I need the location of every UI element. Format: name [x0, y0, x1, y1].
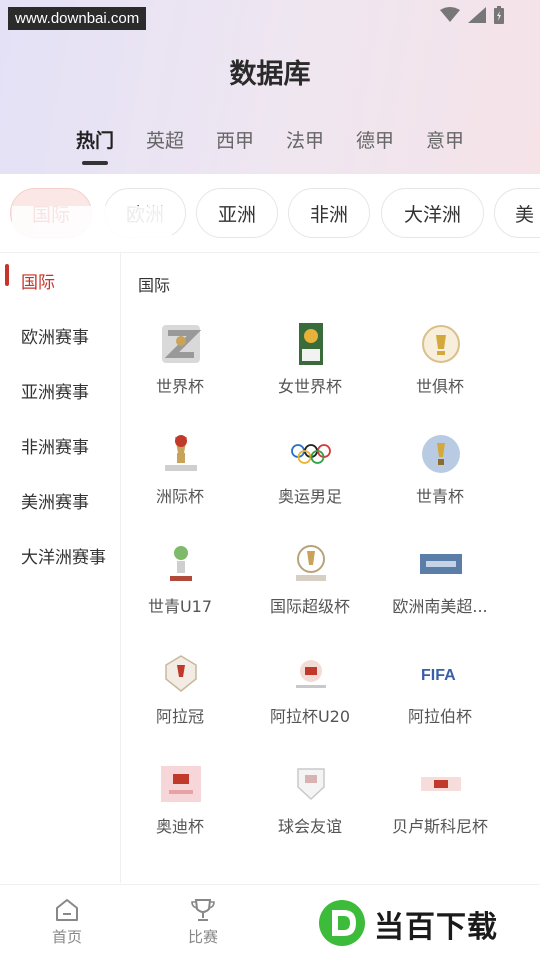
- competition-item[interactable]: 阿拉冠: [110, 652, 250, 752]
- competition-item[interactable]: FIFA 阿拉伯杯: [370, 652, 510, 752]
- sidebar-item-europe[interactable]: 欧洲赛事: [0, 315, 121, 355]
- competition-item[interactable]: 世青杯: [370, 432, 510, 532]
- tab-label: 首页: [51, 928, 82, 946]
- audi-cup-logo-icon: [160, 762, 202, 806]
- world-cup-logo-icon: [160, 322, 202, 366]
- competition-item[interactable]: 世界杯: [110, 322, 250, 422]
- competition-name: 奥迪杯: [155, 817, 204, 836]
- signal-icon: [468, 7, 486, 23]
- tab-premier-league[interactable]: 英超: [130, 126, 200, 153]
- competition-name: 洲际杯: [155, 487, 204, 506]
- active-tab-underline: [82, 161, 108, 165]
- svg-text:FIFA: FIFA: [421, 667, 456, 684]
- womens-world-cup-logo-icon: [290, 322, 332, 366]
- tab-home[interactable]: 首页: [27, 885, 107, 960]
- battery-icon: [494, 6, 504, 24]
- tab-bundesliga[interactable]: 德甲: [340, 126, 410, 153]
- tab-label: 法甲: [285, 130, 324, 152]
- competition-item[interactable]: 球会友谊: [240, 762, 380, 862]
- status-bar-icons: [440, 6, 504, 24]
- tab-la-liga[interactable]: 西甲: [200, 126, 270, 153]
- finalissima-logo-icon: [420, 542, 462, 586]
- competition-item[interactable]: 世俱杯: [370, 322, 510, 422]
- tab-label: 意甲: [425, 130, 464, 152]
- tab-label: 西甲: [215, 130, 254, 152]
- brand-text: 当百下载: [374, 910, 498, 945]
- home-icon: [56, 899, 78, 921]
- olympic-rings-logo-icon: [290, 432, 332, 476]
- confederations-cup-logo-icon: [160, 432, 202, 476]
- competition-name: 阿拉伯杯: [407, 707, 472, 726]
- page-title: 数据库: [229, 59, 311, 90]
- section-title: 国际: [138, 276, 171, 295]
- competition-name: 国际超级杯: [269, 597, 350, 616]
- fifa-arab-cup-logo-icon: FIFA: [420, 652, 462, 696]
- competition-item[interactable]: 世青U17: [110, 542, 250, 642]
- competition-item[interactable]: 女世界杯: [240, 322, 380, 422]
- tab-label: 英超: [145, 130, 184, 152]
- competition-name: 世青U17: [147, 597, 213, 616]
- club-world-cup-logo-icon: [420, 322, 462, 366]
- sidebar: 国际 欧洲赛事 亚洲赛事 非洲赛事 美洲赛事 大洋洲赛事: [0, 253, 121, 883]
- tab-ligue-1[interactable]: 法甲: [270, 126, 340, 153]
- tab-label: 比赛: [187, 928, 218, 946]
- sidebar-item-asia[interactable]: 亚洲赛事: [0, 370, 121, 410]
- competition-item[interactable]: 贝卢斯科尼杯: [370, 762, 510, 862]
- header: www.downbai.com 数据库 热门 英超 西甲 法甲 德甲 意甲: [0, 0, 540, 174]
- competition-name: 阿拉冠: [155, 707, 204, 726]
- tab-hot[interactable]: 热门: [60, 126, 130, 165]
- arab-champions-logo-icon: [160, 652, 202, 696]
- tab-matches[interactable]: 比赛: [163, 885, 243, 960]
- sidebar-item-international[interactable]: 国际: [0, 260, 121, 300]
- tab-label: 德甲: [355, 130, 394, 152]
- u20-world-cup-logo-icon: [420, 432, 462, 476]
- region-pill-asia[interactable]: 亚洲: [196, 188, 278, 238]
- u17-world-cup-logo-icon: [160, 542, 202, 586]
- competition-name: 球会友谊: [277, 817, 342, 836]
- competition-name: 阿拉杯U20: [269, 707, 351, 726]
- tab-label: 热门: [75, 130, 114, 152]
- competition-item[interactable]: 阿拉杯U20: [240, 652, 380, 752]
- berlusconi-trophy-logo-icon: [420, 762, 462, 806]
- brand-watermark: 当百下载: [316, 898, 530, 948]
- sidebar-item-americas[interactable]: 美洲赛事: [0, 480, 121, 520]
- tab-serie-a[interactable]: 意甲: [410, 126, 480, 153]
- competition-item[interactable]: 洲际杯: [110, 432, 250, 532]
- intercontinental-cup-logo-icon: [290, 542, 332, 586]
- competition-item[interactable]: 欧洲南美超...: [370, 542, 510, 642]
- league-tabs: 热门 英超 西甲 法甲 德甲 意甲: [0, 126, 540, 166]
- region-pill-africa[interactable]: 非洲: [288, 188, 370, 238]
- region-pill-oceania[interactable]: 大洋洲: [381, 188, 484, 238]
- competition-name: 世俱杯: [415, 377, 464, 396]
- sidebar-item-oceania[interactable]: 大洋洲赛事: [0, 535, 121, 575]
- trophy-icon: [191, 899, 215, 921]
- competition-item[interactable]: 奥迪杯: [110, 762, 250, 862]
- competition-name: 世界杯: [155, 377, 204, 396]
- club-friendly-logo-icon: [290, 762, 332, 806]
- competition-name: 女世界杯: [277, 377, 342, 396]
- competition-item[interactable]: 国际超级杯: [240, 542, 380, 642]
- watermark: www.downbai.com: [8, 7, 147, 30]
- competition-name: 世青杯: [415, 487, 464, 506]
- wifi-icon: [440, 7, 460, 22]
- competition-name: 奥运男足: [277, 487, 342, 506]
- competition-name: 欧洲南美超...: [392, 597, 488, 616]
- competition-name: 贝卢斯科尼杯: [391, 817, 488, 836]
- sidebar-item-africa[interactable]: 非洲赛事: [0, 425, 121, 465]
- competition-item[interactable]: 奥运男足: [240, 432, 380, 532]
- arab-cup-u20-logo-icon: [290, 652, 332, 696]
- redaction-overlay: [12, 206, 172, 254]
- region-pill-americas[interactable]: 美: [494, 188, 540, 238]
- brand-d-icon: [319, 900, 365, 946]
